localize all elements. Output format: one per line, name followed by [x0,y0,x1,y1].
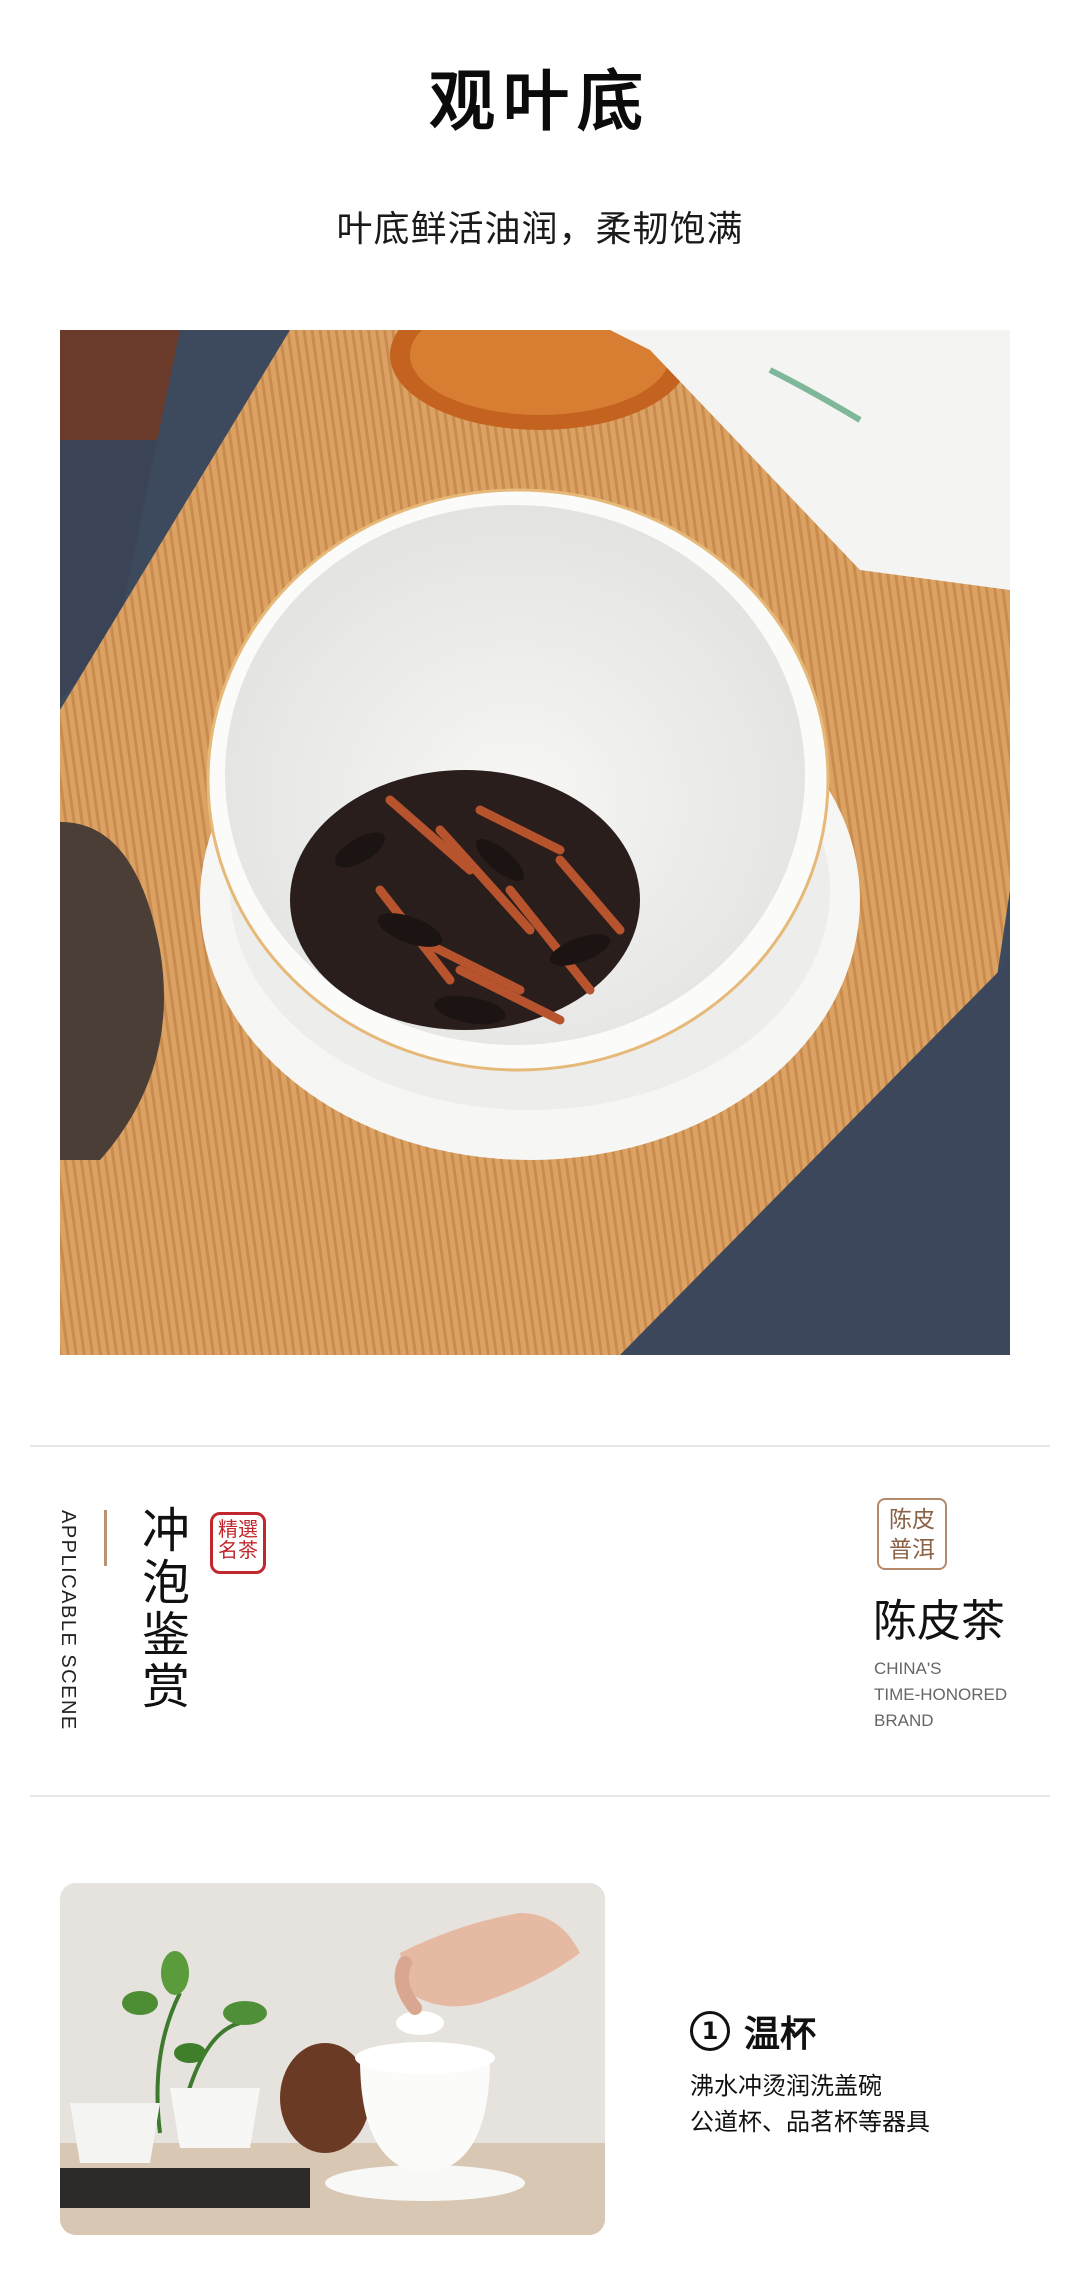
scene-heading: 冲泡鉴赏 [133,1505,189,1713]
badge-line-2: 普洱 [889,1537,935,1563]
tagline-line-2: TIME-HONORED [874,1685,1008,1704]
warm-cup-photo [60,1883,605,2235]
divider-top [30,1445,1050,1447]
brand-badge: 陈皮 普洱 [877,1498,947,1570]
tagline-line-3: BRAND [874,1711,934,1730]
tagline-line-1: CHINA'S [874,1659,942,1678]
seal-line-1: 精選 [218,1517,258,1541]
warm-cup-illustration [60,1883,605,2235]
seal-stamp-icon: 精選 名茶 [210,1512,266,1574]
tea-leaves-photo [60,330,1010,1355]
accent-bar [104,1510,107,1566]
section-subtitle: 叶底鲜活油润，柔韧饱满 [336,209,744,250]
section-title: 观叶底 [429,62,651,140]
divider-bottom [30,1795,1050,1797]
badge-line-1: 陈皮 [889,1507,935,1533]
brand-tagline: CHINA'S TIME-HONORED BRAND [874,1656,1007,1734]
applicable-scene-label: APPLICABLE SCENE [57,1510,79,1731]
step-1-label: 温杯 [744,2014,817,2055]
seal-line-2: 名茶 [218,1538,258,1562]
brand-name: 陈皮茶 [873,1596,1005,1647]
tea-leaves-illustration [60,330,1010,1355]
step-1-desc-line-2: 公道杯、品茗杯等器具 [690,2108,930,2136]
circled-number-icon: 1 [690,2011,730,2051]
step-1-description: 沸水冲烫润洗盖碗 公道杯、品茗杯等器具 [690,2068,930,2140]
step-1-title: 1 温杯 [690,2005,816,2057]
step-1-desc-line-1: 沸水冲烫润洗盖碗 [690,2072,882,2100]
